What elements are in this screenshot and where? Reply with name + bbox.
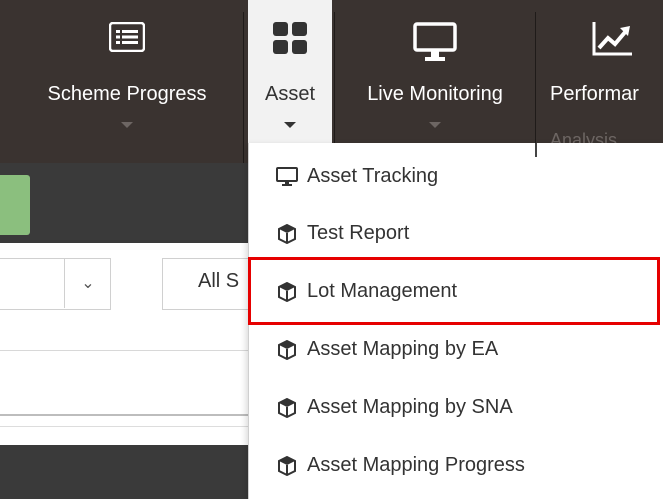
chevron-down-icon[interactable]: ⌄ [64,258,111,308]
nav-label: Live Monitoring [367,83,503,105]
caret-down-icon [429,122,441,128]
caret-down-icon [284,122,296,128]
divider [334,12,335,163]
divider [0,426,248,427]
nav-scheme-progress[interactable]: Scheme Progress [12,0,242,163]
divider [0,414,248,416]
status-bar [0,175,30,235]
cube-icon [275,396,299,420]
menu-item-test-report[interactable]: Test Report [249,205,663,262]
nav-asset[interactable]: Asset [248,0,332,163]
menu-item-label: Asset Mapping Progress [307,454,525,476]
cube-icon [275,454,299,478]
nav-live-monitoring[interactable]: Live Monitoring [338,0,532,163]
grid-icon [273,22,307,54]
menu-item-label: Test Report [307,222,410,244]
monitor-icon [275,165,299,189]
highlight-box [248,257,660,325]
nav-label: Scheme Progress [47,83,207,105]
divider [535,143,537,157]
divider [243,12,244,163]
filter-select-value: All S [198,270,240,292]
menu-item-asset-tracking[interactable]: Asset Tracking [249,148,663,205]
cube-icon [275,338,299,362]
monitor-icon [413,22,457,61]
menu-item-asset-mapping-progress[interactable]: Asset Mapping Progress [249,437,663,494]
nav-performance[interactable]: Performar Analysis [540,0,663,163]
menu-item-label: Asset Mapping by SNA [307,396,513,418]
top-navbar: Scheme Progress Asset Live Monitoring Pe… [0,0,663,163]
menu-item-label: Asset Mapping by EA [307,338,499,360]
divider [0,350,248,351]
page-header-strip [0,163,248,243]
chart-icon [592,22,632,56]
menu-item-asset-mapping-ea[interactable]: Asset Mapping by EA [249,321,663,378]
nav-label: Asset [264,83,316,105]
caret-down-icon [121,122,133,128]
list-icon [109,22,145,52]
menu-item-asset-mapping-sna[interactable]: Asset Mapping by SNA [249,379,663,436]
menu-item-label: Asset Tracking [307,165,439,187]
nav-label: Performar [550,83,639,105]
page-footer-strip [0,445,248,499]
cube-icon [275,222,299,246]
divider [535,12,536,163]
